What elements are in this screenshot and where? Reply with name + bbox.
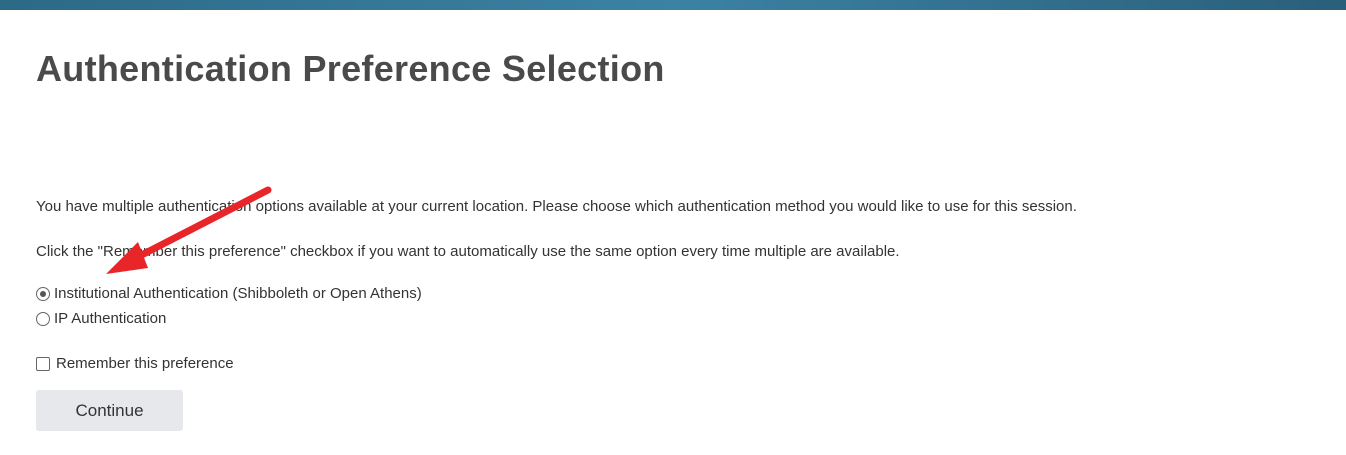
remember-label: Remember this preference <box>56 355 234 372</box>
remember-preference[interactable]: Remember this preference <box>36 355 234 372</box>
page-title: Authentication Preference Selection <box>36 48 665 89</box>
option-institutional-auth[interactable]: Institutional Authentication (Shibboleth… <box>36 285 422 302</box>
option-ip-auth[interactable]: IP Authentication <box>36 310 166 327</box>
intro-text-options: You have multiple authentication options… <box>36 198 1077 215</box>
remember-checkbox[interactable] <box>36 356 50 371</box>
option-label: IP Authentication <box>54 310 167 327</box>
radio-button-selected[interactable] <box>36 286 50 301</box>
option-label: Institutional Authentication (Shibboleth… <box>54 285 422 302</box>
continue-button[interactable]: Continue <box>36 390 183 431</box>
radio-button[interactable] <box>36 311 50 326</box>
auth-preference-page: Authentication Preference Selection You … <box>36 0 1326 455</box>
intro-text-remember: Click the "Remember this preference" che… <box>36 243 900 260</box>
